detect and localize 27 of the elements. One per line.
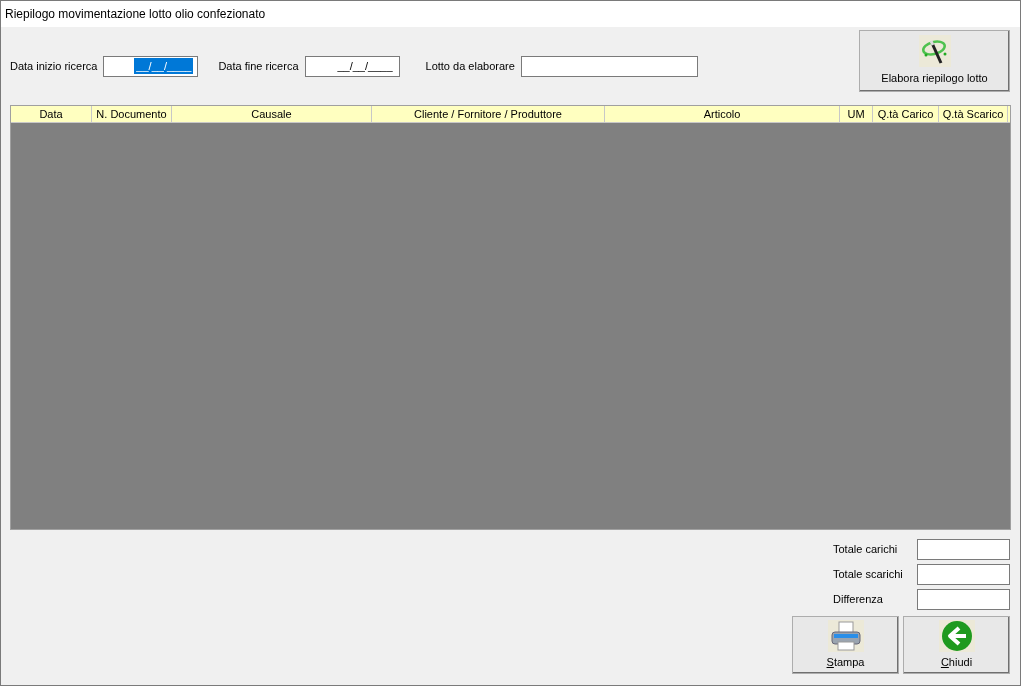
field-label: Data inizio ricerca [10,58,98,74]
lot-input-field[interactable] [520,55,698,77]
column-header[interactable]: Causale [172,106,372,122]
column-header[interactable]: Articolo [605,106,840,122]
total-label: Totale carichi [833,542,899,558]
column-header[interactable]: Q.tà Carico [873,106,939,122]
print-button[interactable]: Stampa [792,616,899,674]
date-field[interactable]: __/__/____ [304,55,400,77]
column-header[interactable]: N. Documento [92,106,172,122]
total-label: Differenza [833,592,884,608]
window-title: Riepilogo movimentazione lotto olio confezionato [5,6,266,23]
magic-wand-icon [918,35,951,68]
total-field[interactable] [917,564,1010,585]
back-arrow-icon [938,619,975,652]
column-header[interactable]: Q.tà Scarico [939,106,1008,122]
total-field[interactable] [917,589,1010,610]
column-header[interactable]: Data [11,106,92,122]
date-field[interactable]: __/__/____ [103,55,199,77]
column-header[interactable]: UM [840,106,873,122]
total-label: Totale scarichi [833,567,904,583]
column-header[interactable]: Cliente / Fornitore / Produttore [372,106,605,122]
field-label: Lotto da elaborare [425,58,515,74]
total-field[interactable] [917,539,1010,560]
field-label: Data fine ricerca [218,58,299,74]
process-button[interactable]: Elabora riepilogo lotto [859,30,1010,92]
close-button[interactable]: Chiudi [903,616,1010,674]
printer-icon [827,619,864,652]
